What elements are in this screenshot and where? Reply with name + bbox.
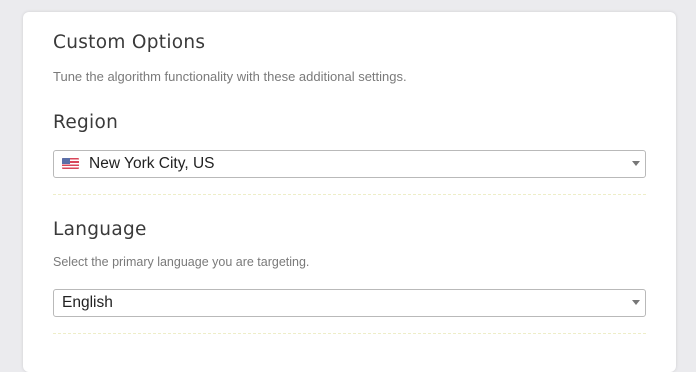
- us-flag-icon: [62, 158, 79, 169]
- language-divider: [53, 333, 646, 334]
- custom-options-subtitle: Tune the algorithm functionality with th…: [53, 69, 407, 84]
- custom-options-title: Custom Options: [53, 32, 206, 53]
- language-description: Select the primary language you are targ…: [53, 255, 310, 269]
- custom-options-card: Custom Options Tune the algorithm functi…: [23, 12, 676, 372]
- language-select[interactable]: English: [53, 289, 646, 317]
- language-select-value: English: [62, 294, 113, 311]
- region-heading: Region: [53, 112, 119, 133]
- caret-down-icon: [632, 300, 640, 305]
- region-select[interactable]: New York City, US: [53, 150, 646, 178]
- caret-down-icon: [632, 161, 640, 166]
- language-heading: Language: [53, 219, 147, 240]
- region-select-value: New York City, US: [89, 155, 215, 172]
- region-divider: [53, 194, 646, 195]
